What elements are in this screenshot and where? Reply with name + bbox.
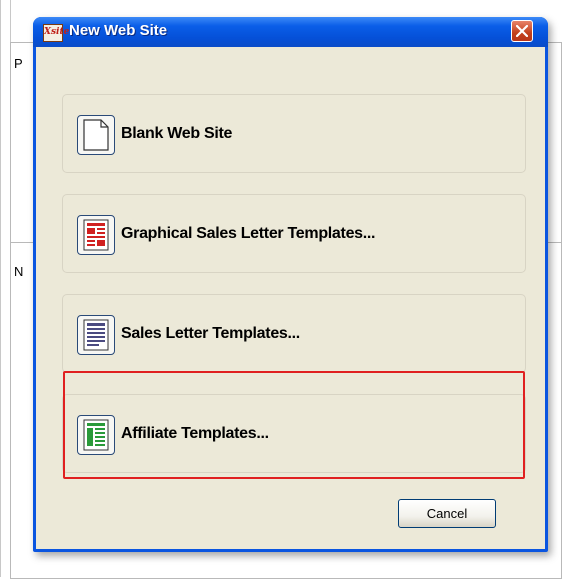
blank-web-site-label: Blank Web Site	[121, 125, 233, 142]
sales-letter-templates-label: Sales Letter Templates...	[121, 325, 300, 342]
highlight-annotation	[63, 371, 525, 479]
blank-web-site-button[interactable]: Blank Web Site	[62, 94, 526, 173]
close-icon	[516, 25, 528, 37]
graphical-sales-letter-templates-label: Graphical Sales Letter Templates...	[121, 225, 376, 242]
graphical-sales-letter-templates-button[interactable]: Graphical Sales Letter Templates...	[62, 194, 526, 273]
background-label-top: P	[14, 56, 23, 71]
xsite-app-icon: Xsite	[43, 24, 69, 42]
background-window-edge	[0, 0, 1, 577]
dialog-titlebar[interactable]: Xsite New Web Site	[33, 17, 548, 47]
graphical-template-icon	[77, 215, 115, 255]
dialog-title: New Web Site	[69, 22, 168, 39]
background-label-mid: N	[14, 264, 24, 279]
blank-page-icon	[77, 115, 115, 155]
close-button[interactable]	[511, 20, 533, 42]
sales-letter-templates-button[interactable]: Sales Letter Templates...	[62, 294, 526, 373]
cancel-button[interactable]: Cancel	[398, 499, 496, 528]
sales-letter-icon	[77, 315, 115, 355]
background-divider	[10, 0, 11, 42]
